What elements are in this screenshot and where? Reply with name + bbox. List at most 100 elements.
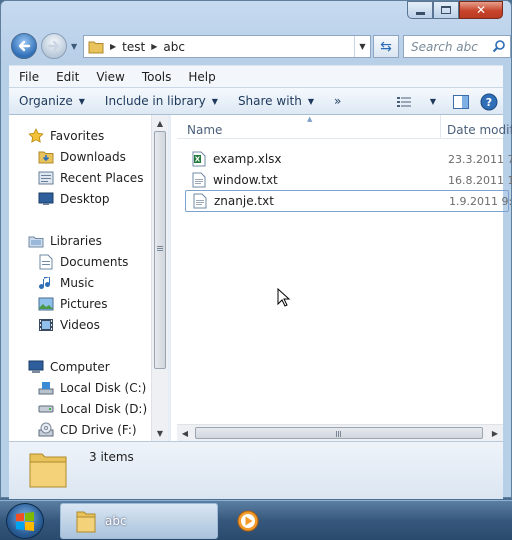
nav-favorites-label: Favorites xyxy=(50,129,105,143)
menu-view[interactable]: View xyxy=(86,70,131,84)
maximize-icon xyxy=(441,6,451,14)
maximize-button[interactable] xyxy=(433,1,459,19)
scrollbar-thumb[interactable] xyxy=(154,131,166,369)
taskbar-media-player-button[interactable] xyxy=(222,503,272,539)
minimize-button[interactable] xyxy=(407,1,433,19)
menu-file[interactable]: File xyxy=(9,70,46,84)
scroll-down-arrow[interactable]: ▼ xyxy=(152,425,168,441)
nav-item-videos[interactable]: Videos xyxy=(37,315,100,335)
recent-places-icon xyxy=(37,170,55,186)
taskbar-explorer-button[interactable]: abc xyxy=(60,503,218,539)
organize-label: Organize xyxy=(19,94,73,108)
nav-item-documents[interactable]: Documents xyxy=(37,252,128,272)
thumb-grip xyxy=(157,246,163,247)
column-header-name[interactable]: Name xyxy=(187,123,222,137)
recent-pages-dropdown[interactable]: ▼ xyxy=(71,42,77,51)
forward-button[interactable] xyxy=(41,33,67,59)
nav-item-label: Pictures xyxy=(60,297,108,311)
nav-item-downloads[interactable]: Downloads xyxy=(37,147,126,167)
pane-splitter[interactable] xyxy=(168,115,171,441)
folder-icon xyxy=(29,453,67,488)
search-icon[interactable] xyxy=(492,39,506,53)
content-area: Favorites Downloads Recent Places Deskto… xyxy=(9,115,512,441)
file-row[interactable]: znanje.txt 1.9.2011 9:3 xyxy=(185,190,512,212)
file-name: examp.xlsx xyxy=(213,152,282,166)
more-commands-button[interactable]: » xyxy=(324,94,351,108)
chevron-down-icon: ▼ xyxy=(78,96,85,106)
navigation-pane: Favorites Downloads Recent Places Deskto… xyxy=(9,115,151,441)
preview-pane-button[interactable] xyxy=(447,91,475,113)
svg-text:X: X xyxy=(195,156,201,164)
libraries-icon xyxy=(27,233,45,249)
nav-item-label: Music xyxy=(60,276,95,290)
computer-icon xyxy=(27,359,45,375)
file-row[interactable]: X examp.xlsx 23.3.2011 7 xyxy=(185,148,512,170)
nav-item-label: Videos xyxy=(60,318,100,332)
nav-item-desktop[interactable]: Desktop xyxy=(37,189,110,209)
refresh-button[interactable]: ⇆ xyxy=(373,35,399,58)
nav-favorites[interactable]: Favorites xyxy=(27,126,104,146)
navigation-pane-scrollbar[interactable]: ▲ ▼ xyxy=(151,115,168,441)
column-divider[interactable] xyxy=(440,115,441,139)
hard-drive-icon xyxy=(37,401,55,417)
scrollbar-thumb[interactable] xyxy=(195,427,483,439)
breadcrumb-item[interactable]: test xyxy=(122,40,145,54)
media-player-icon xyxy=(237,510,259,532)
search-input[interactable]: Search abc xyxy=(403,35,511,58)
file-list-horizontal-scrollbar[interactable]: ◀ ▶ xyxy=(177,424,503,441)
scroll-left-arrow[interactable]: ◀ xyxy=(177,425,193,441)
thumb-grip xyxy=(340,431,341,437)
preview-pane-icon xyxy=(453,94,469,109)
include-in-library-button[interactable]: Include in library ▼ xyxy=(95,94,228,108)
menu-tools[interactable]: Tools xyxy=(132,70,179,84)
breadcrumb-item[interactable]: abc xyxy=(163,40,185,54)
svg-text:?: ? xyxy=(486,96,492,109)
nav-libraries[interactable]: Libraries xyxy=(27,231,102,251)
menu-help[interactable]: Help xyxy=(178,70,222,84)
details-view-icon xyxy=(397,96,411,107)
organize-button[interactable]: Organize ▼ xyxy=(9,94,95,108)
thumb-grip xyxy=(338,431,339,437)
view-options-dropdown[interactable]: ▼ xyxy=(419,91,447,113)
file-row[interactable]: window.txt 16.8.2011 1 xyxy=(185,169,512,191)
folder-icon xyxy=(88,41,104,53)
close-button[interactable]: ✕ xyxy=(459,1,503,19)
taskbar: abc xyxy=(0,500,512,540)
text-file-icon xyxy=(192,193,208,209)
scroll-up-arrow[interactable]: ▲ xyxy=(152,115,168,131)
sort-indicator-icon: ▲ xyxy=(307,115,313,123)
command-bar: Organize ▼ Include in library ▼ Share with… xyxy=(9,87,503,115)
start-button[interactable] xyxy=(6,503,44,539)
scroll-right-arrow[interactable]: ▶ xyxy=(487,425,503,441)
chevron-down-icon: ▼ xyxy=(429,97,437,106)
change-view-button[interactable] xyxy=(391,91,419,113)
nav-item-label: Recent Places xyxy=(60,171,144,185)
search-placeholder: Search abc xyxy=(411,39,478,54)
close-icon: ✕ xyxy=(475,3,487,17)
windows-logo-icon xyxy=(16,512,34,531)
minimize-icon xyxy=(415,11,425,15)
column-header-date-modified[interactable]: Date modif xyxy=(447,123,512,137)
nav-item-cd-drive-f[interactable]: CD Drive (F:) xyxy=(37,420,137,440)
view-controls: ▼ ? xyxy=(391,88,503,115)
share-with-button[interactable]: Share with ▼ xyxy=(228,94,324,108)
address-dropdown-button[interactable]: ▼ xyxy=(354,36,370,57)
nav-item-local-disk-d[interactable]: Local Disk (D:) xyxy=(37,399,147,419)
nav-item-music[interactable]: Music xyxy=(37,273,94,293)
address-bar[interactable]: ▶ test ▶ abc ▼ xyxy=(83,35,371,58)
help-button[interactable]: ? xyxy=(475,91,503,113)
nav-item-label: Downloads xyxy=(60,150,126,164)
back-button[interactable] xyxy=(11,33,37,59)
menu-edit[interactable]: Edit xyxy=(46,70,86,84)
nav-computer[interactable]: Computer xyxy=(27,357,110,377)
nav-item-label: Desktop xyxy=(60,192,110,206)
pictures-icon xyxy=(37,296,55,312)
help-icon: ? xyxy=(480,93,498,110)
taskbar-explorer-label: abc xyxy=(105,514,127,528)
nav-libraries-label: Libraries xyxy=(50,234,102,248)
nav-item-pictures[interactable]: Pictures xyxy=(37,294,108,314)
nav-item-local-disk-c[interactable]: Local Disk (C:) xyxy=(37,378,146,398)
nav-item-recent-places[interactable]: Recent Places xyxy=(37,168,143,188)
menu-bar: File Edit View Tools Help xyxy=(9,65,503,87)
documents-icon xyxy=(37,254,55,270)
